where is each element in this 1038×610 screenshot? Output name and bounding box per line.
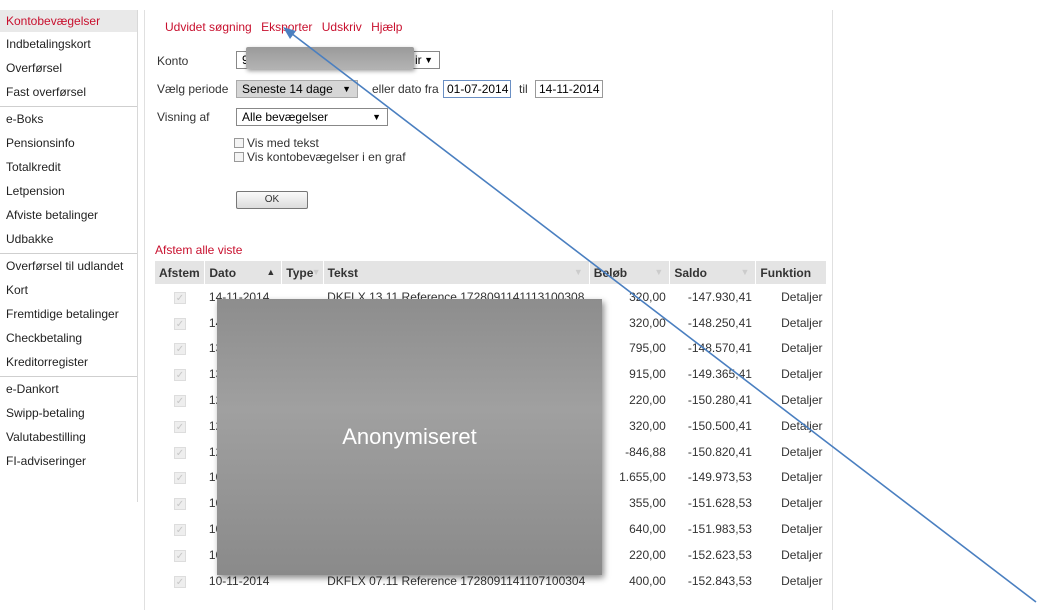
arrow-head bbox=[283, 27, 296, 39]
annotation-arrow bbox=[283, 27, 1037, 603]
arrow-line bbox=[286, 29, 1037, 603]
